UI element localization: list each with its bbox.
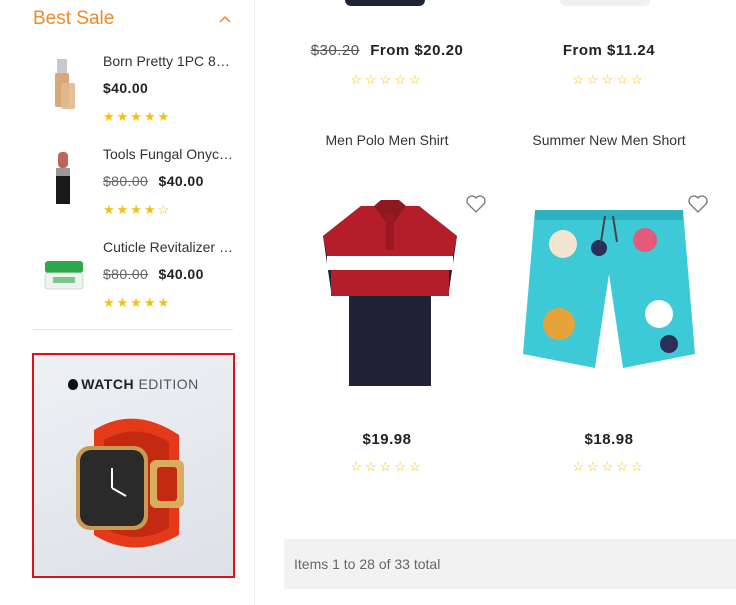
price-block: From $11.24 [499, 42, 719, 59]
product-title[interactable]: Summer New Men Short [499, 132, 719, 148]
price: $40.00 [103, 80, 149, 96]
product-card[interactable]: Summer New Men Short $18.98 ☆☆☆☆☆ [499, 132, 719, 477]
rating-stars: ☆☆☆☆☆ [350, 459, 424, 474]
banner-title: WATCH EDITION [34, 376, 233, 392]
board-shorts-image[interactable] [519, 204, 699, 374]
watch-promo-banner[interactable]: WATCH EDITION [32, 353, 235, 578]
price-block: $30.20 From $20.20 [277, 42, 497, 59]
product-image-clipped [560, 0, 650, 6]
price: $40.00 [158, 173, 204, 189]
price: $19.98 [362, 431, 412, 448]
price-block: $80.00 $40.00 [103, 266, 204, 282]
chevron-up-icon[interactable] [218, 14, 232, 24]
product-name[interactable]: Tools Fungal Onych... [103, 146, 235, 162]
apple-logo-icon [68, 379, 79, 390]
product-card[interactable]: $30.20 From $20.20 ☆☆☆☆☆ [277, 42, 497, 92]
banner-edition: EDITION [138, 376, 199, 392]
product-image-clipped [345, 0, 425, 6]
banner-brand: WATCH [81, 376, 135, 392]
rating-stars: ☆☆☆☆☆ [572, 459, 646, 474]
best-sale-title: Best Sale [33, 8, 115, 29]
price-block: $80.00 $40.00 [103, 173, 204, 189]
rating-stars: ★★★★★ [103, 295, 172, 310]
watch-image [76, 418, 184, 548]
best-sale-item[interactable]: Cuticle Revitalizer F... $80.00 $40.00 ★… [33, 239, 235, 319]
cream-jar-image[interactable] [39, 239, 89, 305]
product-title[interactable]: Men Polo Men Shirt [277, 132, 497, 148]
product-card[interactable]: From $11.24 ☆☆☆☆☆ [499, 42, 719, 92]
product-name[interactable]: Born Pretty 1PC 8ml... [103, 53, 235, 69]
price-block: $40.00 [103, 80, 148, 96]
best-sale-item[interactable]: Tools Fungal Onych... $80.00 $40.00 ★★★★… [33, 146, 235, 226]
rating-stars: ★★★★☆ [103, 202, 172, 217]
sidebar: Best Sale Born Pretty 1PC 8ml... $40.00 … [0, 0, 255, 605]
pagination-toolbar: Items 1 to 28 of 33 total [284, 539, 736, 589]
price: $40.00 [158, 266, 204, 282]
product-name[interactable]: Cuticle Revitalizer F... [103, 239, 235, 255]
old-price: $80.00 [103, 173, 149, 189]
rating-stars: ☆☆☆☆☆ [350, 72, 424, 87]
price: From $11.24 [562, 42, 656, 59]
best-sale-item[interactable]: Born Pretty 1PC 8ml... $40.00 ★★★★★ [33, 53, 235, 133]
rating-stars: ★★★★★ [103, 109, 172, 124]
foundation-bottle-image[interactable] [39, 53, 89, 119]
rating-stars: ☆☆☆☆☆ [572, 72, 646, 87]
old-price: $80.00 [103, 266, 149, 282]
old-price: $30.20 [310, 42, 360, 59]
price: From $20.20 [370, 42, 464, 59]
polo-shirt-image[interactable] [319, 196, 461, 391]
product-card[interactable]: Men Polo Men Shirt $19.98 ☆☆☆☆☆ [277, 132, 497, 477]
items-total-text: Items 1 to 28 of 33 total [294, 556, 441, 572]
wishlist-heart-icon[interactable] [465, 194, 487, 214]
divider [33, 329, 233, 330]
lipstick-image[interactable] [39, 146, 89, 212]
price: $18.98 [584, 431, 634, 448]
